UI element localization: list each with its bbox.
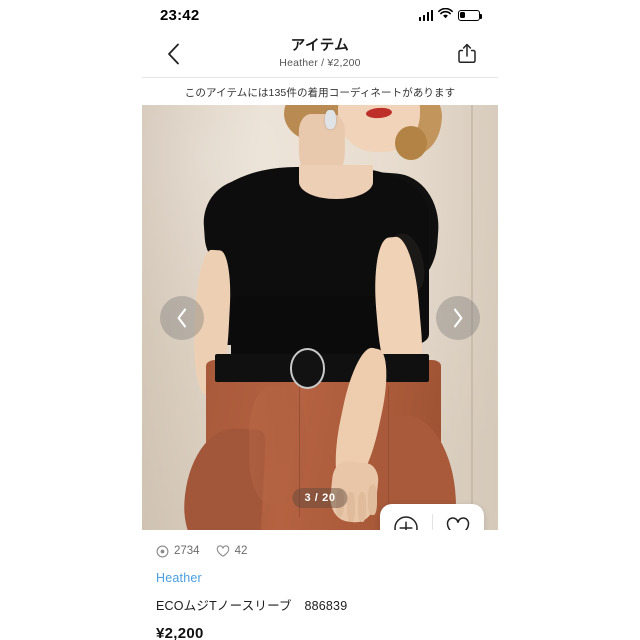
heart-outline-icon (216, 544, 229, 557)
wifi-icon (438, 6, 453, 24)
product-info-block: 2734 42 Heather ECOムジTノースリーブ 886839 ¥2,2… (142, 530, 498, 640)
signal-bars-icon (418, 9, 433, 21)
status-bar: 23:42 (142, 0, 498, 30)
plus-circle-icon (394, 516, 418, 530)
status-time: 23:42 (160, 6, 200, 24)
brand-link[interactable]: Heather (156, 571, 484, 585)
view-count-icon (156, 545, 169, 557)
product-name: ECOムジTノースリーブ 886839 (156, 599, 348, 613)
like-button[interactable] (433, 504, 485, 530)
nav-title-group: アイテム Heather / ¥2,200 (188, 38, 452, 69)
coordinate-count-text: このアイテムには135件の着用コーディネートがあります (184, 86, 456, 99)
stats-row: 2734 42 (156, 542, 484, 560)
page-title: アイテム (290, 38, 350, 55)
view-count-value: 2734 (174, 545, 200, 557)
image-page-counter: 3 / 20 (292, 488, 348, 508)
coordinate-count-banner[interactable]: このアイテムには135件の着用コーディネートがあります (142, 79, 498, 105)
carousel-next-button[interactable] (436, 295, 480, 340)
like-count-value: 42 (234, 545, 248, 557)
model-finger (368, 485, 377, 516)
model-hair-lock (394, 126, 427, 161)
add-to-collection-button[interactable] (380, 504, 432, 530)
like-count: 42 (216, 544, 248, 558)
chevron-left-icon (167, 43, 179, 64)
floating-action-bar (380, 504, 484, 530)
product-image-carousel[interactable]: 3 / 20 (142, 105, 498, 530)
share-icon (458, 43, 476, 64)
battery-low-icon (458, 9, 483, 21)
nav-header: アイテム Heather / ¥2,200 (142, 30, 498, 78)
model-earring (325, 110, 336, 129)
model-finger (358, 491, 367, 522)
skirt-seam-right (387, 385, 390, 522)
page-subtitle: Heather / ¥2,200 (279, 56, 361, 69)
status-indicators (418, 6, 483, 24)
skirt-pleat (248, 385, 306, 505)
belt-buckle (289, 348, 326, 389)
view-count: 2734 (156, 545, 200, 558)
heart-outline-icon (447, 517, 470, 530)
chevron-right-icon (453, 308, 463, 327)
carousel-prev-button[interactable] (160, 295, 204, 340)
share-button[interactable] (452, 39, 482, 69)
product-price: ¥2,200 (156, 625, 204, 640)
back-button[interactable] (158, 39, 188, 69)
chevron-left-icon (177, 308, 187, 327)
model-finger (347, 491, 356, 522)
app-screen: 23:42 アイテム Heather / ¥2,200 このアイテムには135件… (0, 0, 640, 640)
